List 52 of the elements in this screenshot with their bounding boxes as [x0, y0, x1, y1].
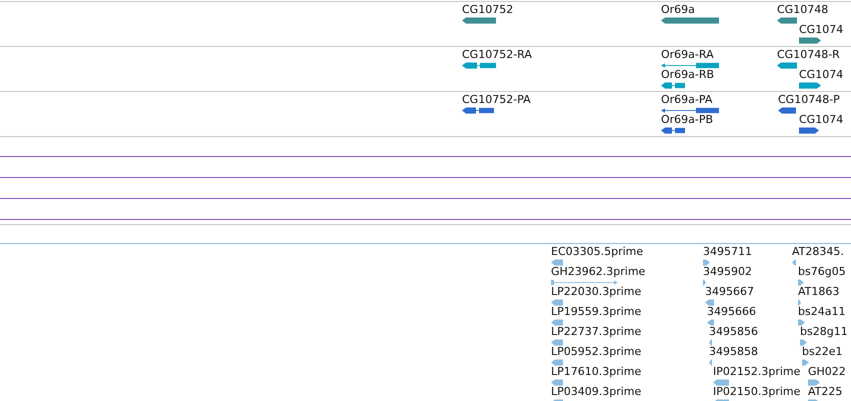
- feature-label: LP05952.3prime: [551, 346, 642, 358]
- feature-glyph[interactable]: [661, 82, 685, 89]
- feature-label: LP19559.3prime: [551, 306, 642, 318]
- feature-label: CG1074: [799, 114, 844, 126]
- feature-label: CG10752: [462, 4, 514, 16]
- feature-label: LP17610.3prime: [551, 366, 642, 378]
- feature-label: bs22e1: [802, 346, 842, 358]
- feature-glyph[interactable]: [661, 107, 719, 114]
- feature-glyph[interactable]: [661, 17, 719, 24]
- feature-label: CG1074: [799, 24, 844, 36]
- feature-label: CG1074: [799, 69, 844, 81]
- feature-label: LP03409.3prime: [551, 386, 642, 398]
- feature-label: AT1863: [798, 286, 840, 298]
- feature-label: bs76g05: [798, 266, 846, 278]
- feature-label: bs28g11: [800, 326, 848, 338]
- feature-label: Or69a: [661, 4, 695, 16]
- feature-glyph[interactable]: [462, 107, 494, 114]
- feature-glyph[interactable]: [778, 107, 796, 114]
- feature-label: LP22737.3prime: [551, 326, 642, 338]
- feature-label: 3495667: [705, 286, 754, 298]
- feature-label: GH23962.3prime: [551, 266, 646, 278]
- feature-label: GH022: [808, 366, 846, 378]
- feature-label: AT225: [808, 386, 842, 398]
- feature-label: Or69a-RB: [661, 69, 714, 81]
- feature-label: IP02150.3prime: [713, 386, 800, 398]
- feature-glyph[interactable]: [799, 37, 821, 44]
- feature-glyph[interactable]: [799, 127, 819, 134]
- feature-glyph[interactable]: [661, 127, 685, 134]
- feature-label: EC03305.5prime: [551, 246, 644, 258]
- feature-label: Or69a-PA: [661, 94, 712, 106]
- feature-glyph[interactable]: [777, 62, 797, 69]
- feature-glyph[interactable]: [661, 62, 719, 69]
- feature-label: CG10748-R: [777, 49, 840, 61]
- feature-label: IP02152.3prime: [713, 366, 800, 378]
- feature-label: 3495856: [709, 326, 758, 338]
- feature-label: 3495666: [707, 306, 756, 318]
- feature-label: CG10748: [777, 4, 828, 16]
- feature-label: CG10748-P: [778, 94, 840, 106]
- feature-label: 3495858: [709, 346, 758, 358]
- feature-label: CG10752-PA: [462, 94, 531, 106]
- feature-label: 3495902: [703, 266, 752, 278]
- feature-label: CG10752-RA: [462, 49, 532, 61]
- feature-label: AT28345.: [792, 246, 844, 258]
- feature-label: LP22030.3prime: [551, 286, 642, 298]
- feature-label: Or69a-PB: [661, 114, 714, 126]
- feature-label: Or69a-RA: [661, 49, 714, 61]
- feature-label: 3495711: [703, 246, 752, 258]
- feature-glyph[interactable]: [777, 17, 797, 24]
- feature-glyph[interactable]: [462, 17, 496, 24]
- feature-glyph[interactable]: [799, 82, 821, 89]
- feature-label: bs24a11: [798, 306, 846, 318]
- feature-glyph[interactable]: [462, 62, 496, 69]
